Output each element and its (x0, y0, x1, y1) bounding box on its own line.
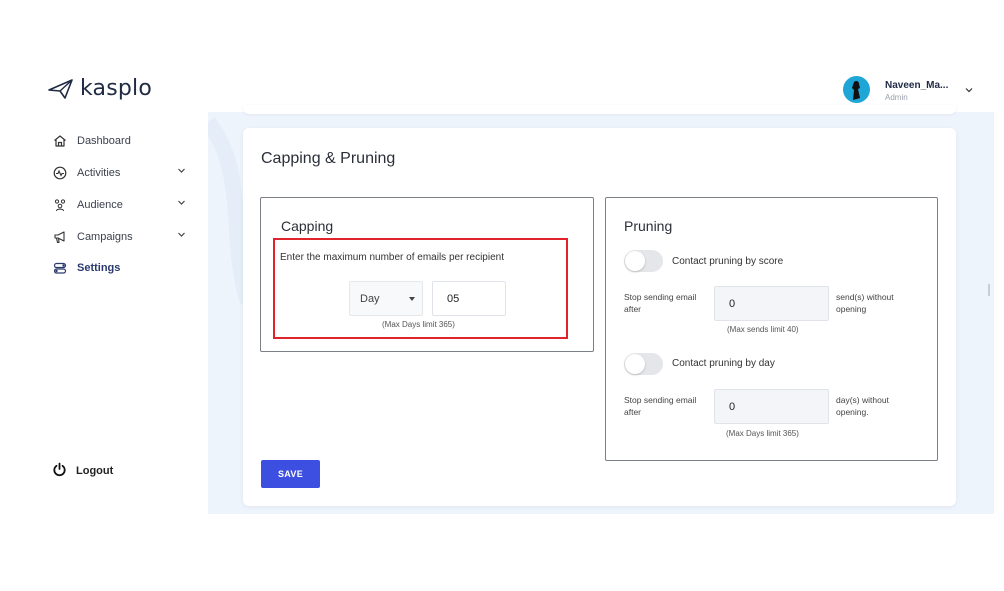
megaphone-icon (52, 229, 68, 245)
day-pruning-toggle[interactable] (624, 353, 663, 375)
sidebar-item-label: Campaigns (77, 231, 133, 243)
toggle-knob (625, 251, 645, 271)
sidebar-item-label: Settings (77, 262, 121, 274)
kasplo-logo[interactable]: kasplo (48, 76, 152, 101)
capping-hint: (Max Days limit 365) (382, 320, 455, 329)
day-count-input[interactable] (714, 389, 829, 424)
kasplo-logo-icon (48, 78, 73, 99)
chevron-down-icon[interactable] (177, 166, 186, 175)
save-button[interactable]: SAVE (261, 460, 320, 488)
settings-toggle-icon (52, 260, 68, 276)
brand-name: kasplo (80, 76, 153, 101)
day-pruning-label: Contact pruning by day (672, 358, 775, 369)
chevron-down-icon[interactable] (177, 198, 186, 207)
audience-icon (52, 197, 68, 213)
pruning-title: Pruning (624, 218, 673, 234)
capping-value-input[interactable] (432, 281, 506, 316)
capping-period-select[interactable]: Day (349, 281, 423, 316)
power-icon (52, 462, 67, 480)
sidebar-item-dashboard[interactable]: Dashboard (52, 131, 192, 151)
score-hint: (Max sends limit 40) (727, 325, 799, 334)
user-role: Admin (885, 93, 908, 102)
score-pruning-label: Contact pruning by score (672, 256, 784, 267)
sidebar-item-label: Activities (77, 167, 121, 179)
score-sends-input[interactable] (714, 286, 829, 321)
select-value: Day (360, 293, 380, 305)
logout-button[interactable]: Logout (52, 462, 113, 480)
sidebar-item-campaigns[interactable]: Campaigns (52, 227, 192, 247)
activity-icon (52, 165, 68, 181)
capping-description: Enter the maximum number of emails per r… (280, 252, 504, 263)
sidebar-item-settings[interactable]: Settings (52, 258, 192, 278)
day-hint: (Max Days limit 365) (726, 429, 799, 438)
capping-title: Capping (281, 218, 334, 234)
avatar[interactable] (843, 76, 870, 103)
home-icon (52, 133, 68, 149)
previous-card-edge (243, 105, 956, 114)
sidebar-item-audience[interactable]: Audience (52, 195, 192, 215)
score-pruning-toggle[interactable] (624, 250, 663, 272)
chevron-down-icon[interactable] (964, 85, 974, 95)
day-suffix-label: day(s) without opening. (836, 395, 889, 417)
chevron-down-icon[interactable] (177, 230, 186, 239)
day-prefix-label: Stop sending email after (624, 395, 697, 417)
sidebar-item-label: Dashboard (77, 135, 131, 147)
caret-down-icon (409, 297, 415, 301)
score-suffix-label: send(s) without opening (836, 292, 894, 314)
toggle-knob (625, 354, 645, 374)
sidebar-item-activities[interactable]: Activities (52, 163, 192, 183)
score-prefix-label: Stop sending email after (624, 292, 697, 314)
sidebar-item-label: Audience (77, 199, 123, 211)
page-title: Capping & Pruning (261, 150, 396, 167)
user-name[interactable]: Naveen_Ma... (885, 80, 948, 91)
logout-label: Logout (76, 465, 114, 477)
scrollbar-thumb[interactable] (988, 284, 990, 296)
